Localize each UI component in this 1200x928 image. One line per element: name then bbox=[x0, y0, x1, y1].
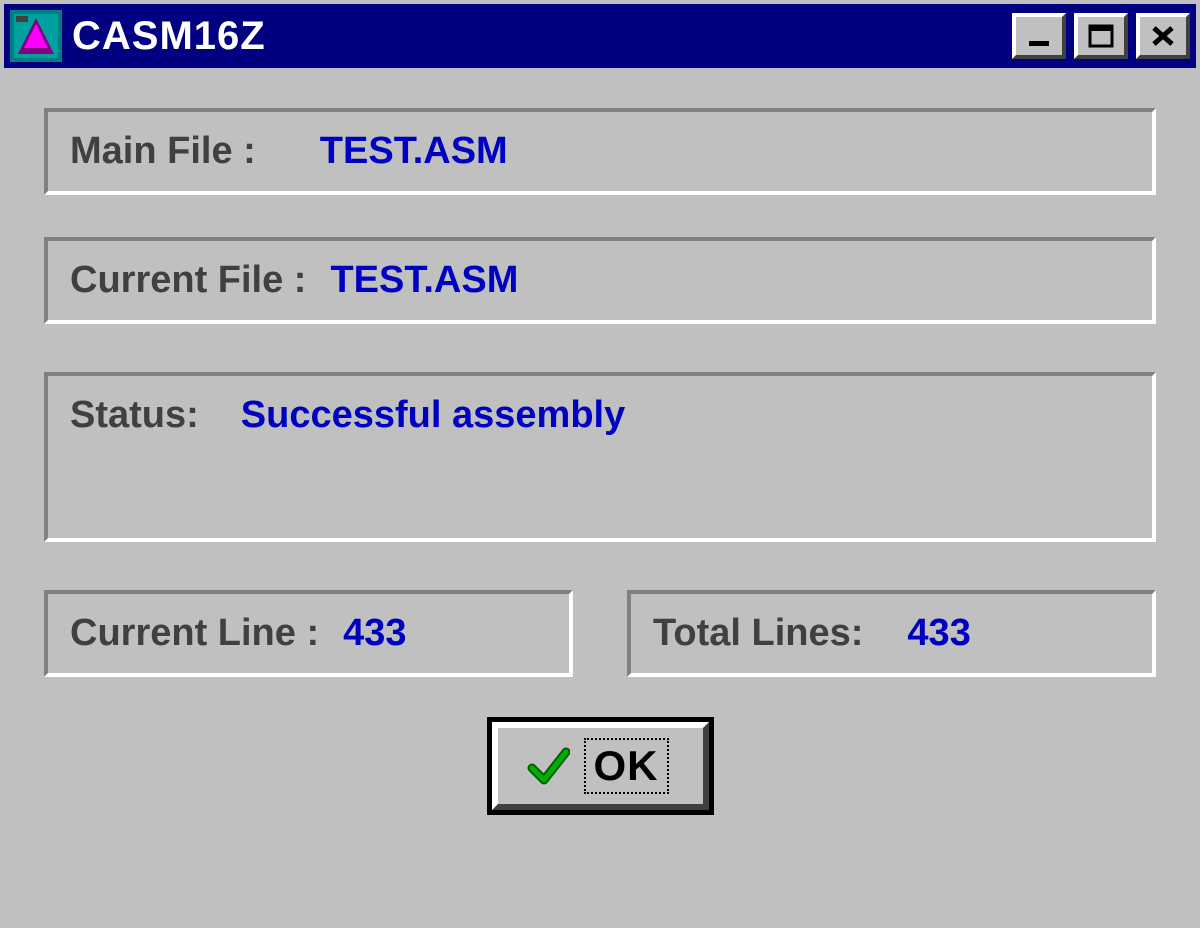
status-panel: Status: Successful assembly bbox=[44, 372, 1156, 542]
total-lines-panel: Total Lines: 433 bbox=[627, 590, 1156, 677]
status-value: Successful assembly bbox=[241, 394, 625, 437]
main-file-panel: Main File : TEST.ASM bbox=[44, 108, 1156, 195]
ok-button[interactable]: OK bbox=[492, 722, 709, 810]
window-controls bbox=[1012, 13, 1190, 59]
minimize-icon bbox=[1025, 24, 1053, 48]
line-counts-row: Current Line : 433 Total Lines: 433 bbox=[44, 590, 1156, 677]
checkmark-icon bbox=[526, 744, 570, 788]
total-lines-label: Total Lines: bbox=[653, 612, 863, 655]
minimize-button[interactable] bbox=[1012, 13, 1066, 59]
ok-focus-ring: OK bbox=[584, 738, 669, 794]
ok-button-label: OK bbox=[594, 742, 659, 789]
current-file-panel: Current File : TEST.ASM bbox=[44, 237, 1156, 324]
maximize-icon bbox=[1087, 24, 1115, 48]
close-button[interactable] bbox=[1136, 13, 1190, 59]
current-file-value: TEST.ASM bbox=[330, 259, 518, 302]
main-file-value: TEST.ASM bbox=[320, 130, 508, 173]
close-icon bbox=[1149, 24, 1177, 48]
current-file-label: Current File : bbox=[70, 259, 306, 302]
titlebar: CASM16Z bbox=[4, 4, 1196, 68]
app-window: CASM16Z Main File bbox=[0, 0, 1200, 928]
current-line-value: 433 bbox=[343, 612, 406, 655]
status-label: Status: bbox=[70, 394, 199, 437]
main-file-label: Main File : bbox=[70, 130, 256, 173]
current-line-label: Current Line : bbox=[70, 612, 319, 655]
total-lines-value: 433 bbox=[907, 612, 970, 655]
current-line-panel: Current Line : 433 bbox=[44, 590, 573, 677]
ok-button-row: OK bbox=[44, 717, 1156, 815]
window-title: CASM16Z bbox=[72, 14, 1012, 59]
client-area: Main File : TEST.ASM Current File : TEST… bbox=[4, 68, 1196, 835]
maximize-button[interactable] bbox=[1074, 13, 1128, 59]
ok-button-frame: OK bbox=[487, 717, 714, 815]
app-icon bbox=[10, 10, 62, 62]
